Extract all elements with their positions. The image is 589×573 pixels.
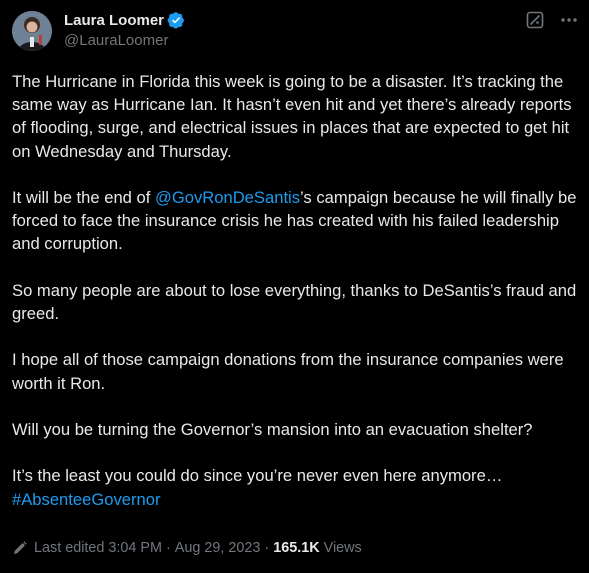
author-info: Laura Loomer @LauraLoomer	[64, 10, 185, 49]
edit-pencil-icon	[12, 540, 28, 556]
name-row: Laura Loomer	[64, 10, 185, 30]
tweet-date[interactable]: Aug 29, 2023	[175, 540, 261, 556]
tweet-text: The Hurricane in Florida this week is go…	[12, 70, 577, 511]
separator: ·	[264, 540, 270, 556]
display-name[interactable]: Laura Loomer	[64, 12, 164, 29]
handle[interactable]: @LauraLoomer	[64, 32, 185, 49]
tweet-paragraph-5: Will you be turning the Governor’s mansi…	[12, 419, 533, 439]
tweet: Laura Loomer @LauraLoomer The Hurricane …	[0, 0, 589, 573]
tweet-text-segment: It will be the end of	[12, 188, 155, 207]
tweet-paragraph-6: It’s the least you could do since you’re…	[12, 464, 577, 510]
tweet-paragraph-3: So many people are about to lose everyth…	[12, 280, 577, 323]
verified-badge-icon	[167, 11, 185, 29]
tweet-paragraph-1: The Hurricane in Florida this week is go…	[12, 72, 572, 161]
grok-icon[interactable]	[525, 10, 545, 30]
tweet-paragraph-4: I hope all of those campaign donations f…	[12, 350, 564, 393]
tweet-metadata: Last edited 3:04 PM · Aug 29, 2023 · 165…	[12, 540, 362, 556]
separator: ·	[166, 540, 171, 556]
last-edited-link[interactable]: Last edited 3:04 PM	[34, 540, 162, 556]
hashtag-link[interactable]: #AbsenteeGovernor	[12, 490, 161, 509]
tweet-text-segment: It’s the least you could do since you’re…	[12, 466, 503, 486]
views-label: Views	[323, 540, 362, 556]
views-count[interactable]: 165.1K	[273, 540, 319, 556]
avatar[interactable]	[12, 11, 52, 51]
mention-link[interactable]: @GovRonDeSantis	[155, 188, 300, 207]
tweet-paragraph-2: It will be the end of @GovRonDeSantis’s …	[12, 186, 577, 256]
more-options-icon[interactable]	[559, 10, 579, 30]
